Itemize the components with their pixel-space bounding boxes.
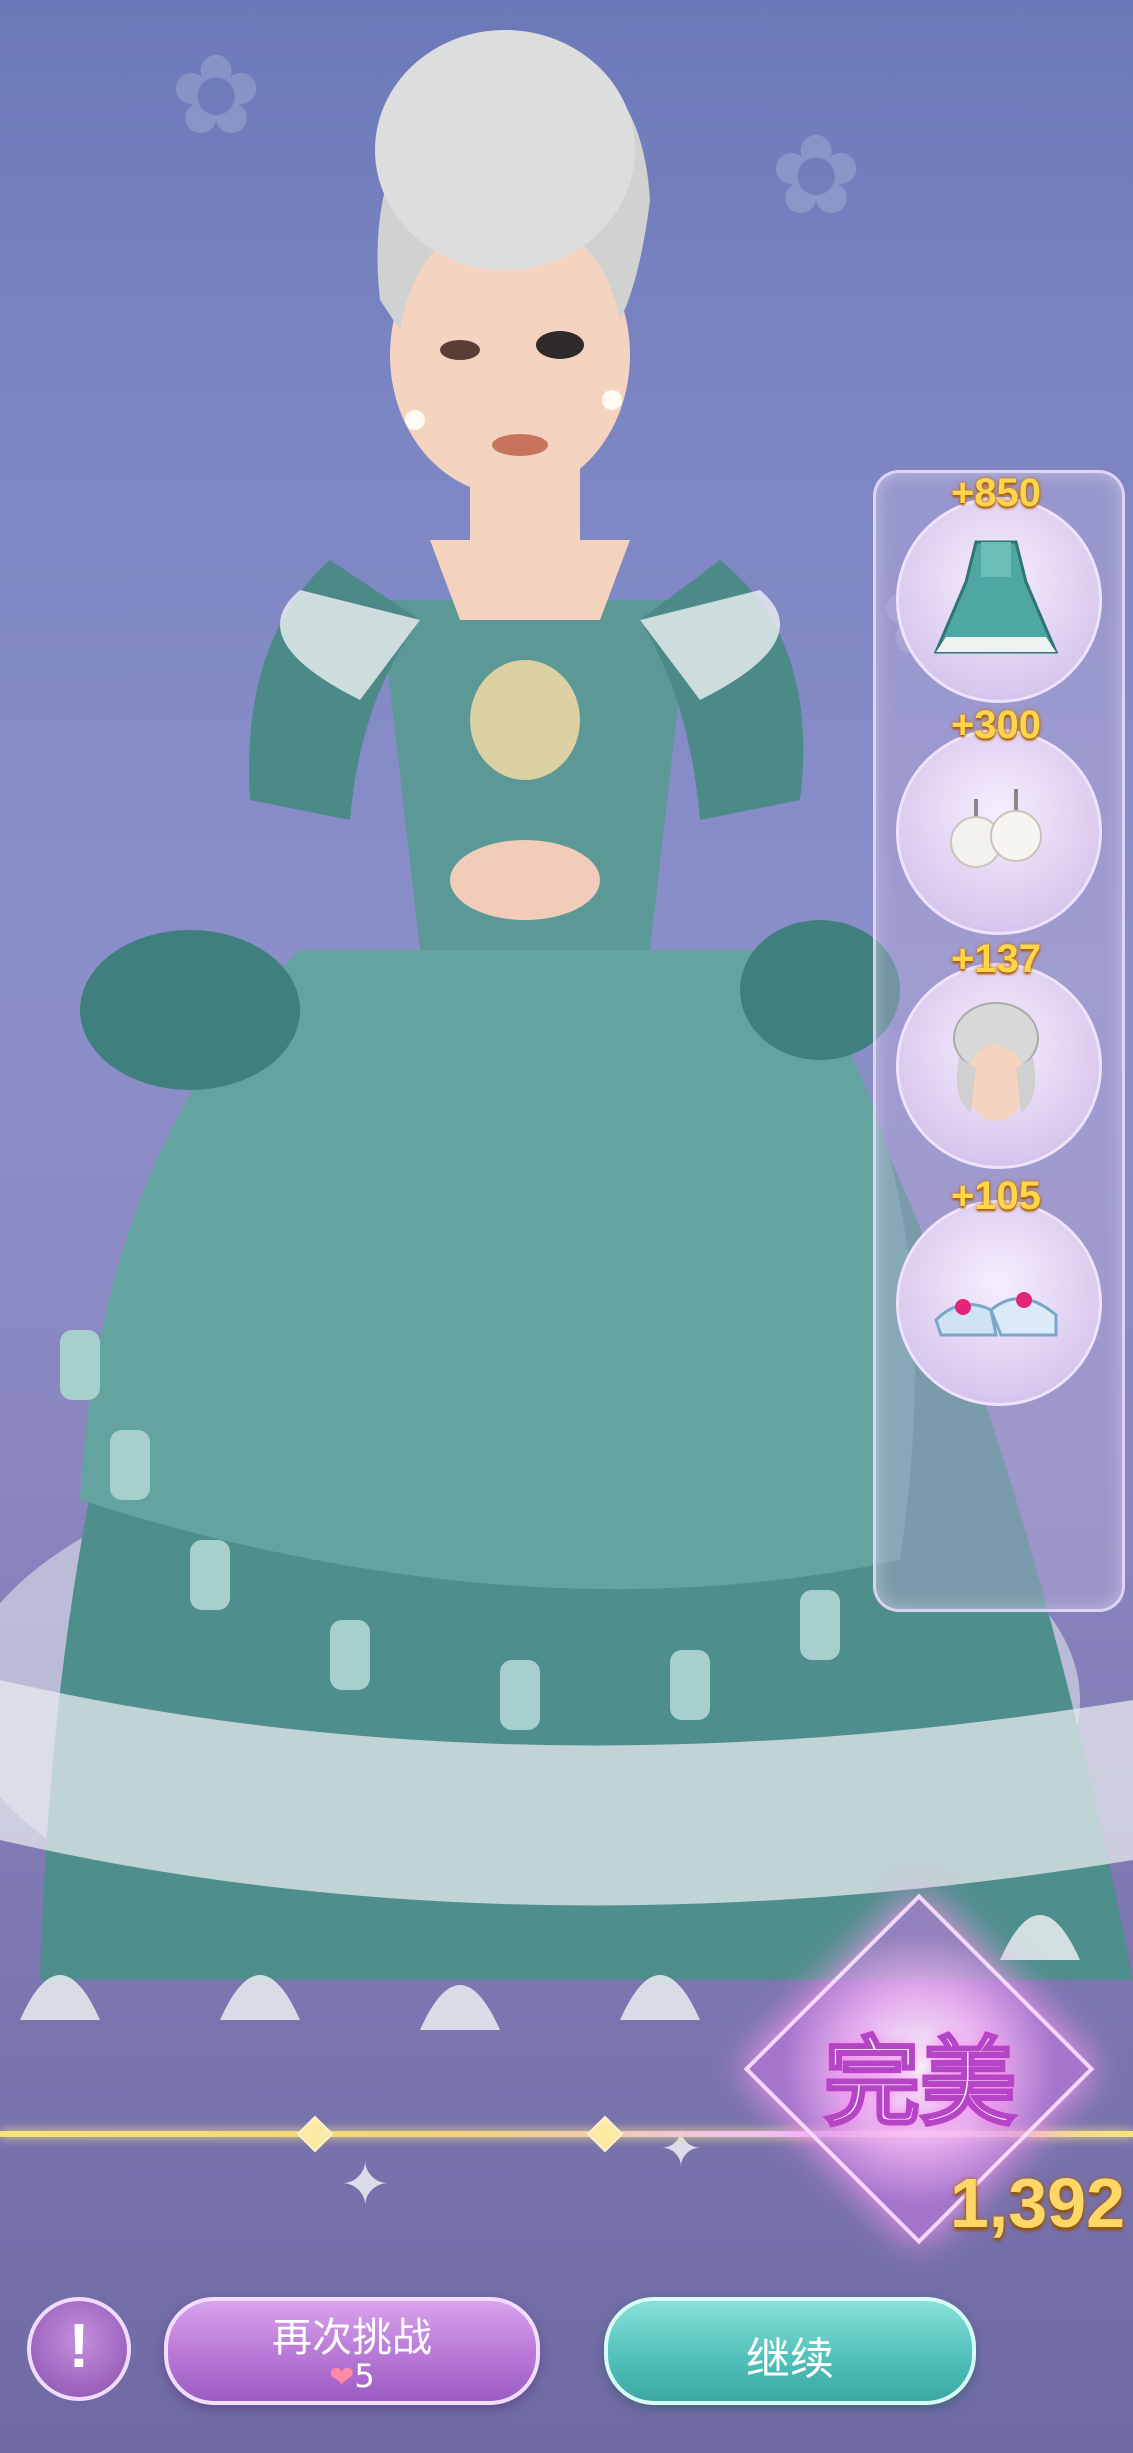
outfit-score-panel: +850 +300 +137 +105: [873, 470, 1125, 1612]
total-score: 1,392: [949, 2164, 1125, 2242]
retry-label: 再次挑战: [272, 2315, 432, 2361]
pearl-earrings-icon: [950, 789, 1042, 868]
item-slot-dress[interactable]: +850: [896, 471, 1102, 703]
continue-button[interactable]: 继续: [604, 2297, 976, 2405]
hair-bun: [375, 30, 635, 270]
hands: [450, 840, 600, 920]
rating-text: 完美: [823, 2026, 1018, 2141]
item-score: +850: [950, 471, 1042, 515]
item-slot-earrings[interactable]: +300: [896, 703, 1102, 935]
chest: [430, 540, 630, 620]
continue-label: 继续: [746, 2334, 834, 2385]
info-button[interactable]: !: [27, 2297, 131, 2401]
right-pearl-earring: [602, 390, 622, 410]
exclamation-icon: !: [68, 2312, 90, 2381]
left-pearl-earring: [405, 410, 425, 430]
left-eye: [440, 340, 480, 360]
retry-cost-value: 5: [354, 2357, 375, 2395]
shoes-icon: [934, 1292, 1058, 1337]
item-slot-hairstyle[interactable]: +137: [896, 937, 1102, 1169]
item-score: +105: [950, 1174, 1042, 1218]
dress-icon: [933, 540, 1059, 654]
item-slot-shoes[interactable]: +105: [896, 1174, 1102, 1406]
left-bow: [80, 930, 300, 1090]
item-score: +300: [950, 703, 1042, 747]
heart-icon: ❤: [329, 2360, 355, 2395]
item-score: +137: [950, 937, 1042, 981]
right-eye: [536, 331, 584, 359]
retry-challenge-button[interactable]: 再次挑战 ❤5: [164, 2297, 540, 2405]
lips: [492, 434, 548, 456]
hairstyle-icon: [953, 1002, 1039, 1121]
sparkle-decoration: ✦: [340, 2150, 391, 2220]
bodice-embroidery: [470, 660, 580, 780]
retry-cost: ❤5: [168, 2357, 536, 2395]
